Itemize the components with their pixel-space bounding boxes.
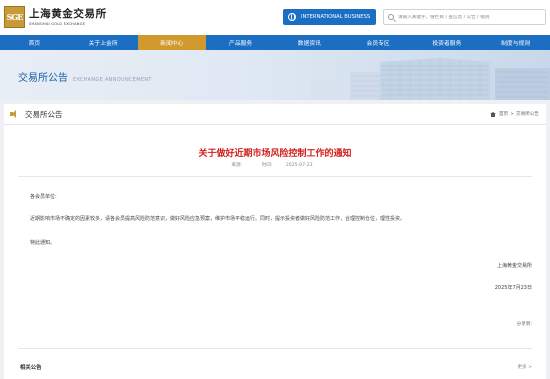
globe-icon (288, 13, 296, 21)
bottom-divider (18, 348, 532, 349)
article-closing: 特此通知。 (30, 240, 56, 246)
search-box[interactable] (383, 9, 546, 25)
speaker-icon (10, 109, 20, 119)
article-time-label: 时间: (261, 163, 273, 168)
logo-chinese-name: 上海黄金交易所 (29, 8, 107, 20)
nav-item-members[interactable]: 会员专区 (344, 35, 413, 50)
share-label[interactable]: 分享到: (517, 321, 532, 327)
banner-buildings-image (310, 58, 550, 100)
signature-organization: 上海黄金交易所 (496, 263, 532, 269)
international-business-label: INTERNATIONAL BUSINESS (301, 14, 371, 20)
article-title: 关于做好近期市场风险控制工作的通知 (198, 149, 352, 159)
article-meta: 来源: 时间: 2025-07-23 (4, 162, 546, 168)
main-nav: 首页 关于上金所 新闻中心 产品服务 数据资讯 会员专区 投资者服务 制度与规则 (0, 35, 550, 50)
signature-date: 2025年7月23日 (494, 285, 532, 291)
site-logo[interactable]: SGE 上海黄金交易所 SHANGHAI GOLD EXCHANGE (4, 6, 107, 28)
nav-item-rules[interactable]: 制度与规则 (481, 35, 550, 50)
article-divider (18, 176, 532, 177)
article-time-value: 2025-07-23 (285, 163, 313, 168)
logo-emblem: SGE (4, 6, 25, 28)
article-time: 时间: 2025-07-23 (256, 163, 319, 168)
breadcrumb-current[interactable]: 交易所公告 (516, 111, 539, 117)
panel-header: 交易所公告 首页 > 交易所公告 (4, 104, 546, 125)
home-icon (489, 111, 496, 117)
logo-english-name: SHANGHAI GOLD EXCHANGE (29, 22, 86, 26)
nav-item-investors[interactable]: 投资者服务 (413, 35, 482, 50)
international-business-button[interactable]: INTERNATIONAL BUSINESS (283, 9, 376, 25)
search-icon[interactable] (388, 14, 394, 20)
breadcrumb-home[interactable]: 首页 (499, 111, 508, 117)
breadcrumb-separator: > (510, 111, 515, 117)
article-paragraph: 近期影响市场不确定的因素较多，请各会员提高风险防范意识，做好风险应急预案，维护市… (30, 216, 406, 222)
article-greeting: 各会员单位: (30, 194, 57, 200)
page-banner: 交易所公告 EXCHANGE ANNOUNCEMENT (0, 50, 550, 100)
banner-title: 交易所公告 EXCHANGE ANNOUNCEMENT (18, 69, 152, 84)
content-panel: 交易所公告 首页 > 交易所公告 关于做好近期市场风险控制工作的通知 来源: 时… (4, 104, 546, 379)
more-link[interactable]: 更多 > (518, 364, 533, 370)
nav-item-about[interactable]: 关于上金所 (69, 35, 138, 50)
nav-item-home[interactable]: 首页 (0, 35, 69, 50)
article-source-label: 来源: (231, 163, 243, 168)
site-header: SGE 上海黄金交易所 SHANGHAI GOLD EXCHANGE INTER… (0, 0, 550, 35)
related-announcements-title: 相关公告 (20, 365, 42, 371)
nav-item-data[interactable]: 数据资讯 (275, 35, 344, 50)
banner-title-english: EXCHANGE ANNOUNCEMENT (73, 77, 152, 83)
panel-title: 交易所公告 (25, 109, 63, 119)
search-input[interactable] (398, 14, 538, 20)
banner-title-chinese: 交易所公告 (18, 73, 68, 84)
logo-text: 上海黄金交易所 SHANGHAI GOLD EXCHANGE (29, 8, 107, 26)
breadcrumb: 首页 > 交易所公告 (489, 111, 539, 117)
nav-item-products[interactable]: 产品服务 (206, 35, 275, 50)
nav-item-news[interactable]: 新闻中心 (137, 35, 207, 50)
